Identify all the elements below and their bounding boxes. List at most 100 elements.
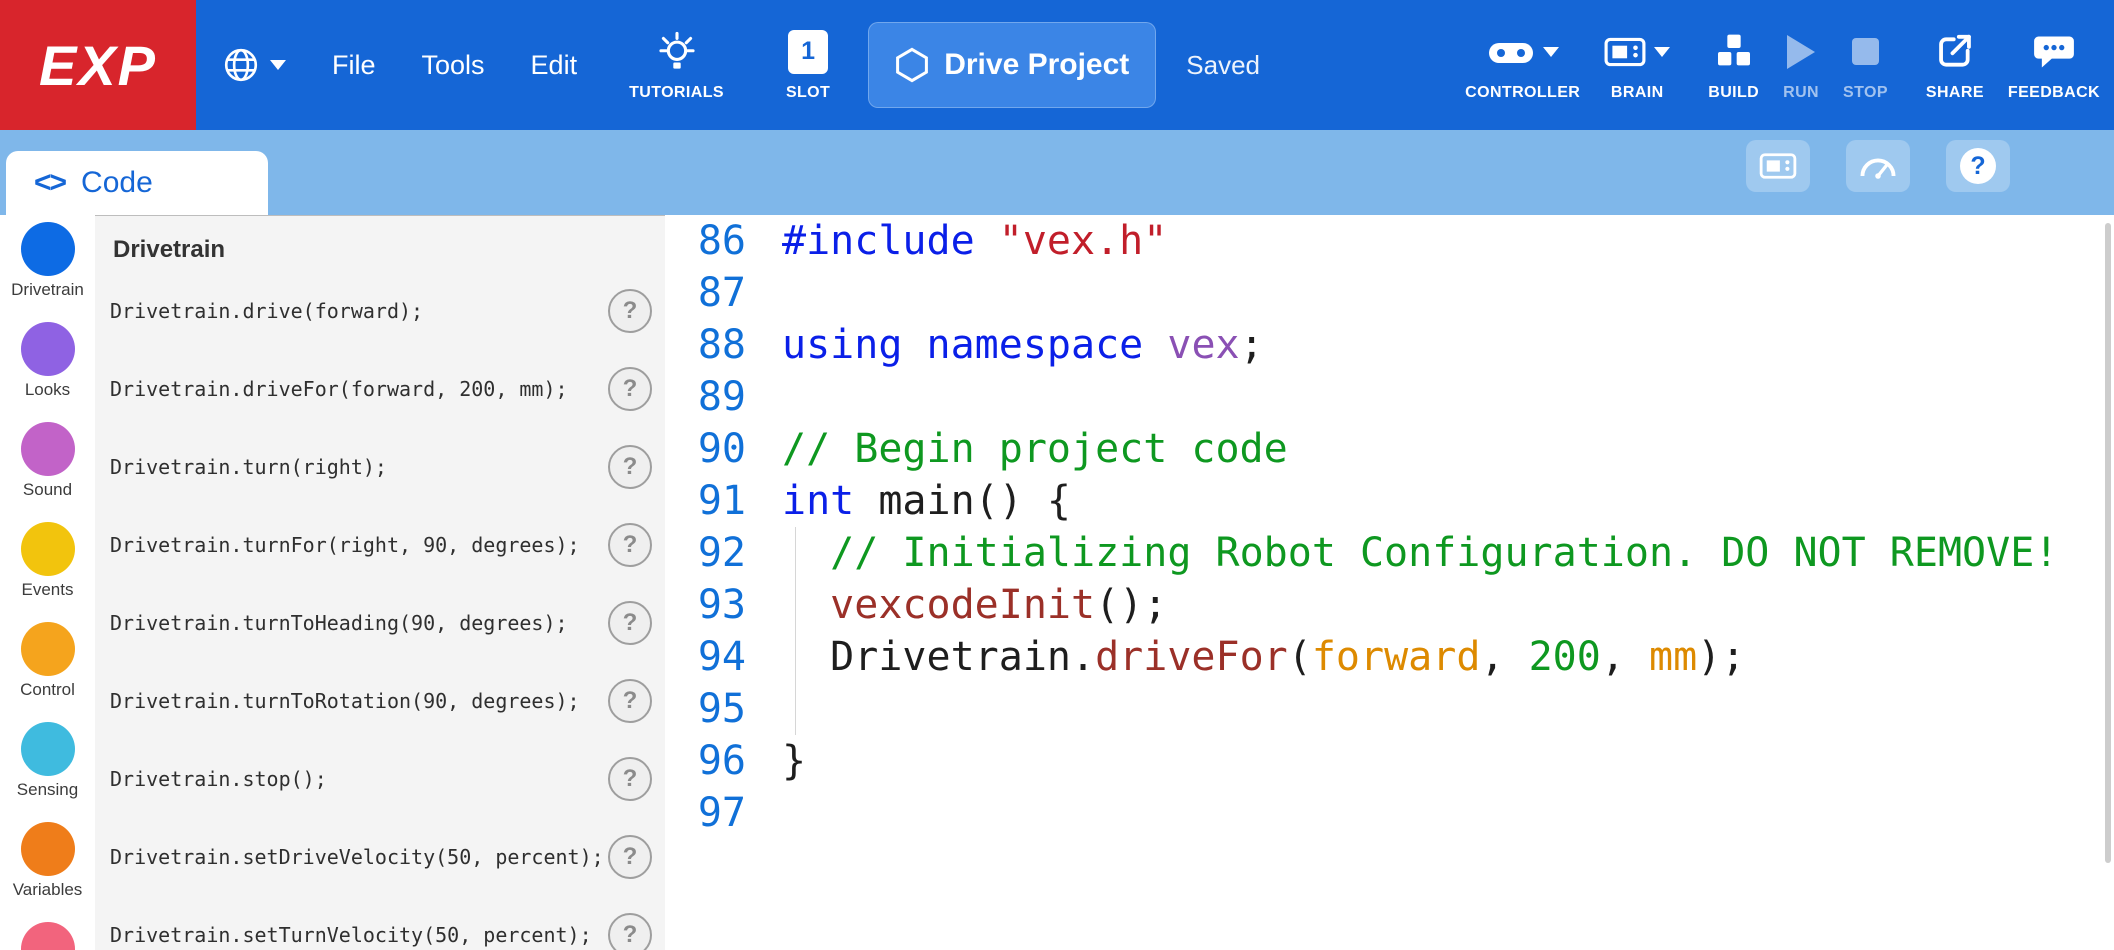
category-dot — [21, 722, 75, 776]
command-row[interactable]: Drivetrain.turn(right);? — [95, 428, 665, 506]
sidebar-category-events[interactable]: Events — [0, 522, 95, 600]
controller-label: CONTROLLER — [1465, 84, 1580, 102]
sidebar-category-partial[interactable] — [0, 922, 95, 950]
code-text: using namespace vex; — [782, 322, 1264, 368]
command-help-button[interactable]: ? — [608, 835, 652, 879]
category-dot — [21, 922, 75, 950]
command-help-button[interactable]: ? — [608, 601, 652, 645]
feedback-button[interactable]: FEEDBACK — [2008, 29, 2100, 102]
command-row[interactable]: Drivetrain.setTurnVelocity(50, percent);… — [95, 896, 665, 950]
code-line[interactable]: 90// Begin project code — [665, 423, 2114, 475]
code-line[interactable]: 88using namespace vex; — [665, 319, 2114, 371]
share-icon — [1936, 33, 1974, 71]
category-label: Drivetrain — [11, 279, 84, 300]
category-label: Sensing — [17, 779, 78, 800]
code-line[interactable]: 86#include "vex.h" — [665, 215, 2114, 267]
category-dot — [21, 222, 75, 276]
palette-header: Drivetrain — [95, 216, 665, 272]
editor-scrollbar[interactable] — [2105, 223, 2111, 863]
dashboard-button[interactable] — [1846, 140, 1910, 192]
device-info-button[interactable] — [1746, 140, 1810, 192]
tab-bar: <> Code ? — [0, 130, 2114, 215]
main-content: DrivetrainLooksSoundEventsControlSensing… — [0, 215, 2114, 950]
menu-tools[interactable]: Tools — [422, 0, 485, 130]
sidebar-category-variables[interactable]: Variables — [0, 822, 95, 900]
code-line[interactable]: 96} — [665, 735, 2114, 787]
build-blocks-icon — [1714, 33, 1754, 71]
help-button[interactable]: ? — [1946, 140, 2010, 192]
command-help-button[interactable]: ? — [608, 445, 652, 489]
code-editor[interactable]: 86#include "vex.h"8788using namespace ve… — [665, 215, 2114, 950]
build-button[interactable]: BUILD — [1708, 29, 1759, 102]
command-list: Drivetrain.drive(forward);?Drivetrain.dr… — [95, 272, 665, 950]
category-label: Variables — [13, 879, 83, 900]
code-text: #include "vex.h" — [782, 218, 1167, 264]
question-icon: ? — [1960, 148, 1996, 184]
tutorials-button[interactable]: TUTORIALS — [629, 0, 724, 130]
code-line[interactable]: 93 vexcodeInit(); — [665, 579, 2114, 631]
command-help-button[interactable]: ? — [608, 913, 652, 950]
sidebar-category-sensing[interactable]: Sensing — [0, 722, 95, 800]
slot-label: SLOT — [786, 84, 830, 102]
code-line[interactable]: 87 — [665, 267, 2114, 319]
stop-button[interactable]: STOP — [1843, 29, 1888, 102]
indent-guide — [795, 579, 796, 631]
category-dot — [21, 522, 75, 576]
code-line[interactable]: 95 — [665, 683, 2114, 735]
brain-button[interactable]: BRAIN — [1604, 29, 1670, 102]
device-icon — [1759, 151, 1797, 181]
command-help-button[interactable]: ? — [608, 289, 652, 333]
project-name: Drive Project — [944, 48, 1129, 82]
code-line[interactable]: 91int main() { — [665, 475, 2114, 527]
menu-edit[interactable]: Edit — [531, 0, 578, 130]
slot-button[interactable]: 1 SLOT — [786, 0, 830, 130]
command-row[interactable]: Drivetrain.stop();? — [95, 740, 665, 818]
project-name-button[interactable]: Drive Project — [868, 22, 1156, 108]
code-text: vexcodeInit(); — [782, 582, 1167, 628]
sidebar-category-looks[interactable]: Looks — [0, 322, 95, 400]
command-row[interactable]: Drivetrain.turnFor(right, 90, degrees);? — [95, 506, 665, 584]
stop-icon — [1852, 38, 1879, 65]
run-label: RUN — [1783, 84, 1819, 102]
code-line[interactable]: 97 — [665, 787, 2114, 839]
gauge-icon — [1858, 151, 1898, 181]
command-text: Drivetrain.turnToRotation(90, degrees); — [110, 689, 580, 713]
command-row[interactable]: Drivetrain.drive(forward);? — [95, 272, 665, 350]
line-number: 96 — [665, 738, 782, 784]
slot-number-icon: 1 — [788, 30, 828, 74]
category-dot — [21, 322, 75, 376]
controller-button[interactable]: CONTROLLER — [1465, 29, 1580, 102]
hexagon-icon — [895, 47, 929, 83]
command-row[interactable]: Drivetrain.driveFor(forward, 200, mm);? — [95, 350, 665, 428]
menu-file[interactable]: File — [332, 0, 376, 130]
chevron-down-icon — [1654, 47, 1670, 57]
tab-code[interactable]: <> Code — [6, 151, 268, 215]
command-row[interactable]: Drivetrain.turnToRotation(90, degrees);? — [95, 662, 665, 740]
code-line[interactable]: 92 // Initializing Robot Configuration. … — [665, 527, 2114, 579]
sidebar-category-drivetrain[interactable]: Drivetrain — [0, 222, 95, 300]
code-brackets-icon: <> — [34, 166, 65, 200]
subbar-actions: ? — [1746, 140, 2010, 192]
command-text: Drivetrain.turn(right); — [110, 455, 387, 479]
command-help-button[interactable]: ? — [608, 679, 652, 723]
category-label: Sound — [23, 479, 72, 500]
sidebar-category-control[interactable]: Control — [0, 622, 95, 700]
run-button[interactable]: RUN — [1783, 29, 1819, 102]
command-row[interactable]: Drivetrain.setDriveVelocity(50, percent)… — [95, 818, 665, 896]
code-tab-label: Code — [81, 166, 153, 200]
command-text: Drivetrain.setTurnVelocity(50, percent); — [110, 923, 592, 947]
command-help-button[interactable]: ? — [608, 523, 652, 567]
line-number: 87 — [665, 270, 782, 316]
gamepad-icon — [1487, 37, 1535, 67]
code-line[interactable]: 89 — [665, 371, 2114, 423]
command-help-button[interactable]: ? — [608, 367, 652, 411]
indent-guide — [795, 631, 796, 683]
command-help-button[interactable]: ? — [608, 757, 652, 801]
category-dot — [21, 422, 75, 476]
vexcode-app: EXP File Tools Edit TUTORIALS — [0, 0, 2114, 950]
code-line[interactable]: 94 Drivetrain.driveFor(forward, 200, mm)… — [665, 631, 2114, 683]
share-button[interactable]: SHARE — [1926, 29, 1984, 102]
command-row[interactable]: Drivetrain.turnToHeading(90, degrees);? — [95, 584, 665, 662]
language-menu-button[interactable] — [222, 0, 286, 130]
sidebar-category-sound[interactable]: Sound — [0, 422, 95, 500]
